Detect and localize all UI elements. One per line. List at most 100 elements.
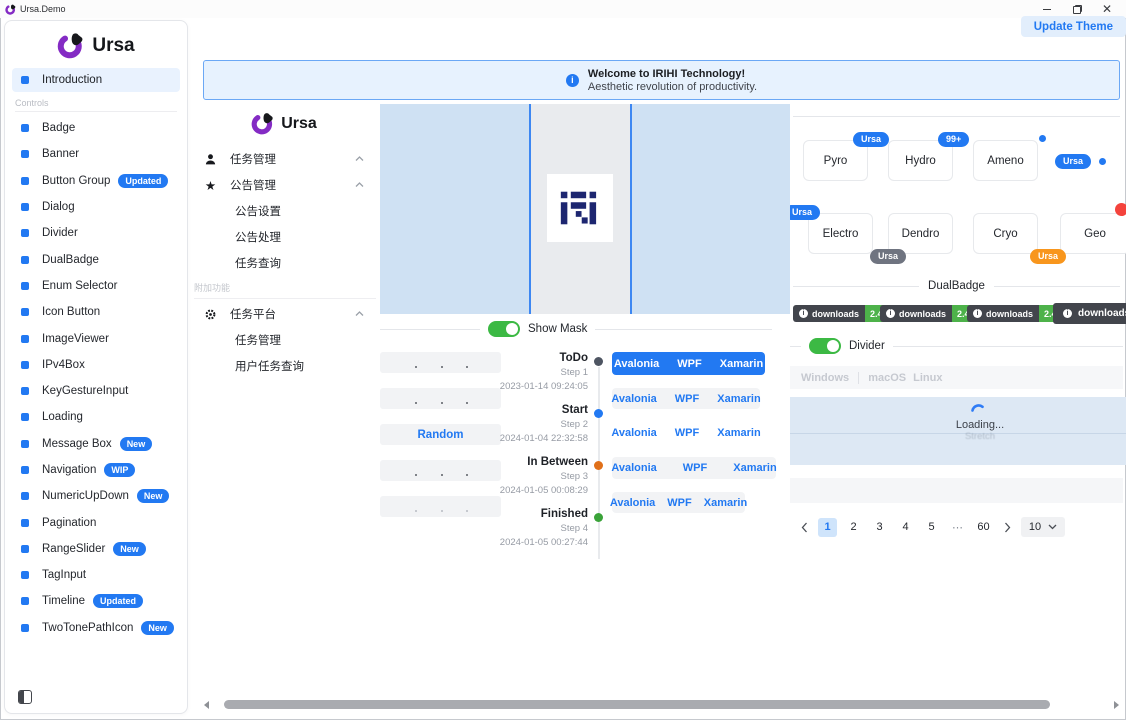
sidebar-item-dialog[interactable]: Dialog	[5, 194, 187, 220]
sidebar-item-twotonepathicon[interactable]: TwoTonePathIconNew	[5, 615, 187, 641]
group-button-wpf[interactable]: WPF	[670, 462, 720, 474]
vertical-divider	[858, 372, 859, 384]
group-button-xamarin[interactable]: Xamarin	[708, 427, 769, 439]
banner-subtitle: Aesthetic revolution of productivity.	[588, 81, 757, 93]
card-label: Hydro	[905, 155, 936, 167]
sidebar-item-enum-selector[interactable]: Enum Selector	[5, 273, 187, 299]
next-page-icon[interactable]	[1000, 518, 1014, 537]
sidebar-item-timeline[interactable]: TimelineUpdated	[5, 588, 187, 614]
random-button[interactable]: Random	[380, 424, 501, 445]
update-theme-button[interactable]: Update Theme	[1021, 16, 1126, 37]
page-button-5[interactable]: 5	[922, 518, 941, 537]
sidebar-item-divider[interactable]: Divider	[5, 220, 187, 246]
chevron-up-icon[interactable]	[355, 182, 364, 188]
right-demo-column: Pyro Hydro Ameno Ursa 99+ Ursa Electro D…	[790, 104, 1126, 564]
info-icon	[566, 74, 579, 87]
group-button-xamarin[interactable]: Xamarin	[711, 358, 772, 370]
item-bullet-icon	[21, 519, 29, 527]
nav-item-announcement-settings[interactable]: 公告设置	[188, 198, 380, 224]
sidebar-item-ipv4box[interactable]: IPv4Box	[5, 352, 187, 378]
group-button-xamarin[interactable]: Xamarin	[720, 462, 789, 474]
group-button-avalonia[interactable]: Avalonia	[598, 462, 669, 474]
page-button-3[interactable]: 3	[870, 518, 889, 537]
group-button-xamarin[interactable]: Xamarin	[708, 393, 769, 405]
page-button-2[interactable]: 2	[844, 518, 863, 537]
group-button-wpf[interactable]: WPF	[666, 427, 708, 439]
timeline-step: Step 4	[496, 522, 588, 536]
group-button-avalonia[interactable]: Avalonia	[605, 358, 668, 370]
sidebar-item-numericupdown[interactable]: NumericUpDownNew	[5, 483, 187, 509]
group-button-avalonia[interactable]: Avalonia	[602, 393, 665, 405]
ipv4-input[interactable]	[380, 388, 501, 409]
timeline-dot	[594, 513, 603, 522]
show-mask-toggle[interactable]	[488, 321, 520, 337]
sidebar-item-label: Timeline	[42, 595, 85, 607]
sidebar-item-taginput[interactable]: TagInput	[5, 562, 187, 588]
divider-line	[893, 346, 1123, 347]
os-linux: Linux	[913, 372, 942, 384]
sidebar-item-dualbadge[interactable]: DualBadge	[5, 246, 187, 272]
chevron-up-icon[interactable]	[355, 311, 364, 317]
sidebar-item-label: IPv4Box	[42, 359, 85, 371]
chevron-down-icon	[1048, 524, 1057, 530]
horizontal-scrollbar-thumb[interactable]	[224, 700, 1050, 709]
dual-badge-label: downloads	[812, 309, 859, 319]
nav-item-announcement-management[interactable]: ★ 公告管理	[188, 172, 380, 198]
nav-item-user-task-query[interactable]: 用户任务查询	[188, 353, 380, 379]
dual-badge: downloads 2.4k	[793, 305, 893, 322]
sidebar-item-label: RangeSlider	[42, 543, 105, 555]
navigation-menu-panel: Ursa 任务管理 ★ 公告管理 公告设置 公告处理 任务查询 附加功能 任务平…	[188, 104, 380, 379]
sidebar-item-rangeslider[interactable]: RangeSliderNew	[5, 536, 187, 562]
nav-item-announcement-handling[interactable]: 公告处理	[188, 224, 380, 250]
image-viewer[interactable]	[380, 104, 790, 314]
timeline-time: 2023-01-14 09:24:05	[496, 380, 588, 394]
button-group-primary: Avalonia WPF Xamarin	[612, 352, 765, 375]
sidebar-item-icon-button[interactable]: Icon Button	[5, 299, 187, 325]
ursa-badge: Ursa	[790, 205, 820, 220]
sidebar-item-loading[interactable]: Loading	[5, 404, 187, 430]
page-button-4[interactable]: 4	[896, 518, 915, 537]
group-button-wpf[interactable]: WPF	[661, 497, 697, 509]
scroll-right-icon[interactable]	[1114, 701, 1119, 709]
sidebar-item-badge[interactable]: Badge	[5, 115, 187, 141]
nav-item-task-platform[interactable]: 任务平台	[188, 301, 380, 327]
group-button-wpf[interactable]: WPF	[668, 358, 710, 370]
sidebar-item-imageviewer[interactable]: ImageViewer	[5, 325, 187, 351]
ipv4-input[interactable]	[380, 352, 501, 373]
nav-logo: Ursa	[188, 104, 380, 146]
sidebar-collapse-icon[interactable]	[18, 690, 32, 704]
group-button-avalonia[interactable]: Avalonia	[602, 427, 665, 439]
item-bullet-icon	[21, 492, 29, 500]
sidebar-item-introduction[interactable]: Introduction	[12, 68, 180, 92]
nav-item-task-query[interactable]: 任务查询	[188, 250, 380, 276]
ursa-badge-orange: Ursa	[1030, 249, 1066, 264]
sidebar-item-navigation[interactable]: NavigationWIP	[5, 457, 187, 483]
scroll-left-icon[interactable]	[204, 701, 209, 709]
group-button-wpf[interactable]: WPF	[666, 393, 708, 405]
sidebar-item-label: Badge	[42, 122, 75, 134]
sidebar-item-label: KeyGestureInput	[42, 385, 128, 397]
sidebar-item-keygestureinput[interactable]: KeyGestureInput	[5, 378, 187, 404]
viewer-mask-right	[632, 104, 790, 314]
page-button-1[interactable]: 1	[818, 518, 837, 537]
group-button-avalonia[interactable]: Avalonia	[604, 497, 661, 509]
divider-label: Divider	[849, 340, 885, 352]
chevron-up-icon[interactable]	[355, 156, 364, 162]
group-button-xamarin[interactable]: Xamarin	[698, 497, 753, 509]
card-label: Electro	[823, 228, 859, 240]
page-button-60[interactable]: 60	[974, 518, 993, 537]
ipv4-input[interactable]	[380, 460, 501, 481]
dual-badge-label: downloads	[899, 309, 946, 319]
divider-toggle[interactable]	[809, 338, 841, 354]
sidebar-item-message-box[interactable]: Message BoxNew	[5, 431, 187, 457]
nav-item-task-management[interactable]: 任务管理	[188, 146, 380, 172]
sidebar-item-pagination[interactable]: Pagination	[5, 509, 187, 535]
timeline-item: ToDo Step 1 2023-01-14 09:24:05	[496, 351, 588, 394]
sidebar-item-button-group[interactable]: Button GroupUpdated	[5, 168, 187, 194]
prev-page-icon[interactable]	[797, 518, 811, 537]
nav-item-task-management-2[interactable]: 任务管理	[188, 327, 380, 353]
page-size-select[interactable]: 10	[1021, 517, 1065, 537]
sidebar-item-banner[interactable]: Banner	[5, 141, 187, 167]
page-ellipsis[interactable]: ⋯	[948, 518, 967, 537]
loading-panel: Loading... Stretch	[790, 397, 1126, 465]
